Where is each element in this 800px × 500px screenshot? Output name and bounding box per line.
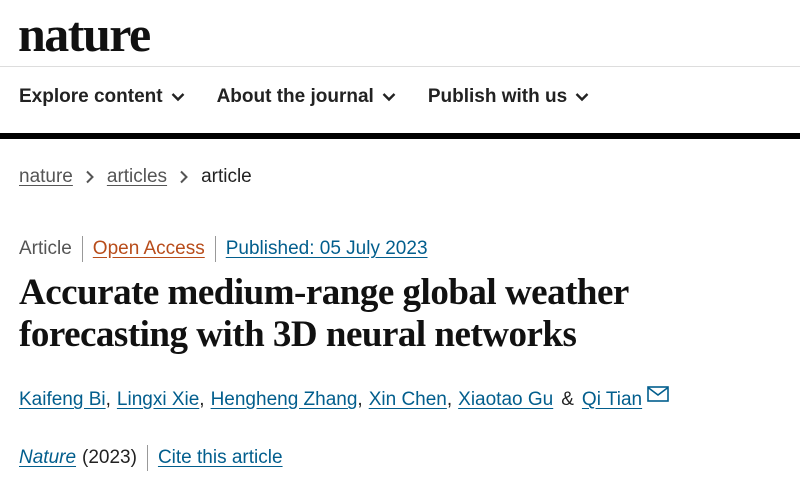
chevron-down-icon xyxy=(171,93,184,102)
author-link[interactable]: Xiaotao Gu xyxy=(458,389,553,411)
breadcrumb: nature articles article xyxy=(19,166,252,188)
author-link[interactable]: Hengheng Zhang xyxy=(211,389,358,411)
article-type: Article xyxy=(19,238,72,259)
author-separator: , xyxy=(357,389,363,410)
author-link[interactable]: Xin Chen xyxy=(369,389,447,411)
meta-divider xyxy=(146,445,148,471)
author-link[interactable]: Lingxi Xie xyxy=(117,389,199,411)
published-date[interactable]: Published: 05 July 2023 xyxy=(226,238,428,260)
article-title: Accurate medium-range global weather for… xyxy=(19,272,629,355)
nav-publish-with-us[interactable]: Publish with us xyxy=(428,86,589,108)
open-access-link[interactable]: Open Access xyxy=(93,238,205,260)
header-divider xyxy=(0,66,800,67)
breadcrumb-home-link[interactable]: nature xyxy=(19,166,73,188)
chevron-right-icon xyxy=(180,170,188,184)
nav-about-the-journal[interactable]: About the journal xyxy=(217,86,396,108)
nav-item-label: Explore content xyxy=(19,86,163,107)
article-meta: Article Open Access Published: 05 July 2… xyxy=(19,236,428,262)
nav-item-label: About the journal xyxy=(216,86,374,107)
chevron-down-icon xyxy=(382,93,396,102)
breadcrumb-current: article xyxy=(201,166,252,187)
meta-divider xyxy=(81,236,83,262)
publication-year: (2023) xyxy=(82,447,137,468)
nav-explore-content[interactable]: Explore content xyxy=(19,86,185,108)
chevron-down-icon xyxy=(575,93,589,102)
author-link[interactable]: Qi Tian xyxy=(582,389,642,411)
nature-logo[interactable]: nature xyxy=(18,4,151,64)
author-ampersand: & xyxy=(561,389,574,410)
author-separator: , xyxy=(446,389,453,410)
citation-line: Nature (2023) Cite this article xyxy=(19,445,283,471)
mail-icon[interactable] xyxy=(647,386,669,402)
author-link[interactable]: Kaifeng Bi xyxy=(19,389,106,411)
author-separator: , xyxy=(199,389,205,410)
journal-link[interactable]: Nature xyxy=(19,447,76,469)
author-separator: , xyxy=(105,389,111,410)
main-nav: Explore content About the journal Publis… xyxy=(19,86,621,108)
chevron-right-icon xyxy=(86,170,94,184)
cite-this-article-link[interactable]: Cite this article xyxy=(158,447,283,469)
nav-divider xyxy=(0,133,800,139)
author-list: Kaifeng Bi, Lingxi Xie, Hengheng Zhang, … xyxy=(19,386,669,411)
meta-divider xyxy=(214,236,216,262)
nav-item-label: Publish with us xyxy=(427,86,568,107)
breadcrumb-articles-link[interactable]: articles xyxy=(107,166,167,188)
